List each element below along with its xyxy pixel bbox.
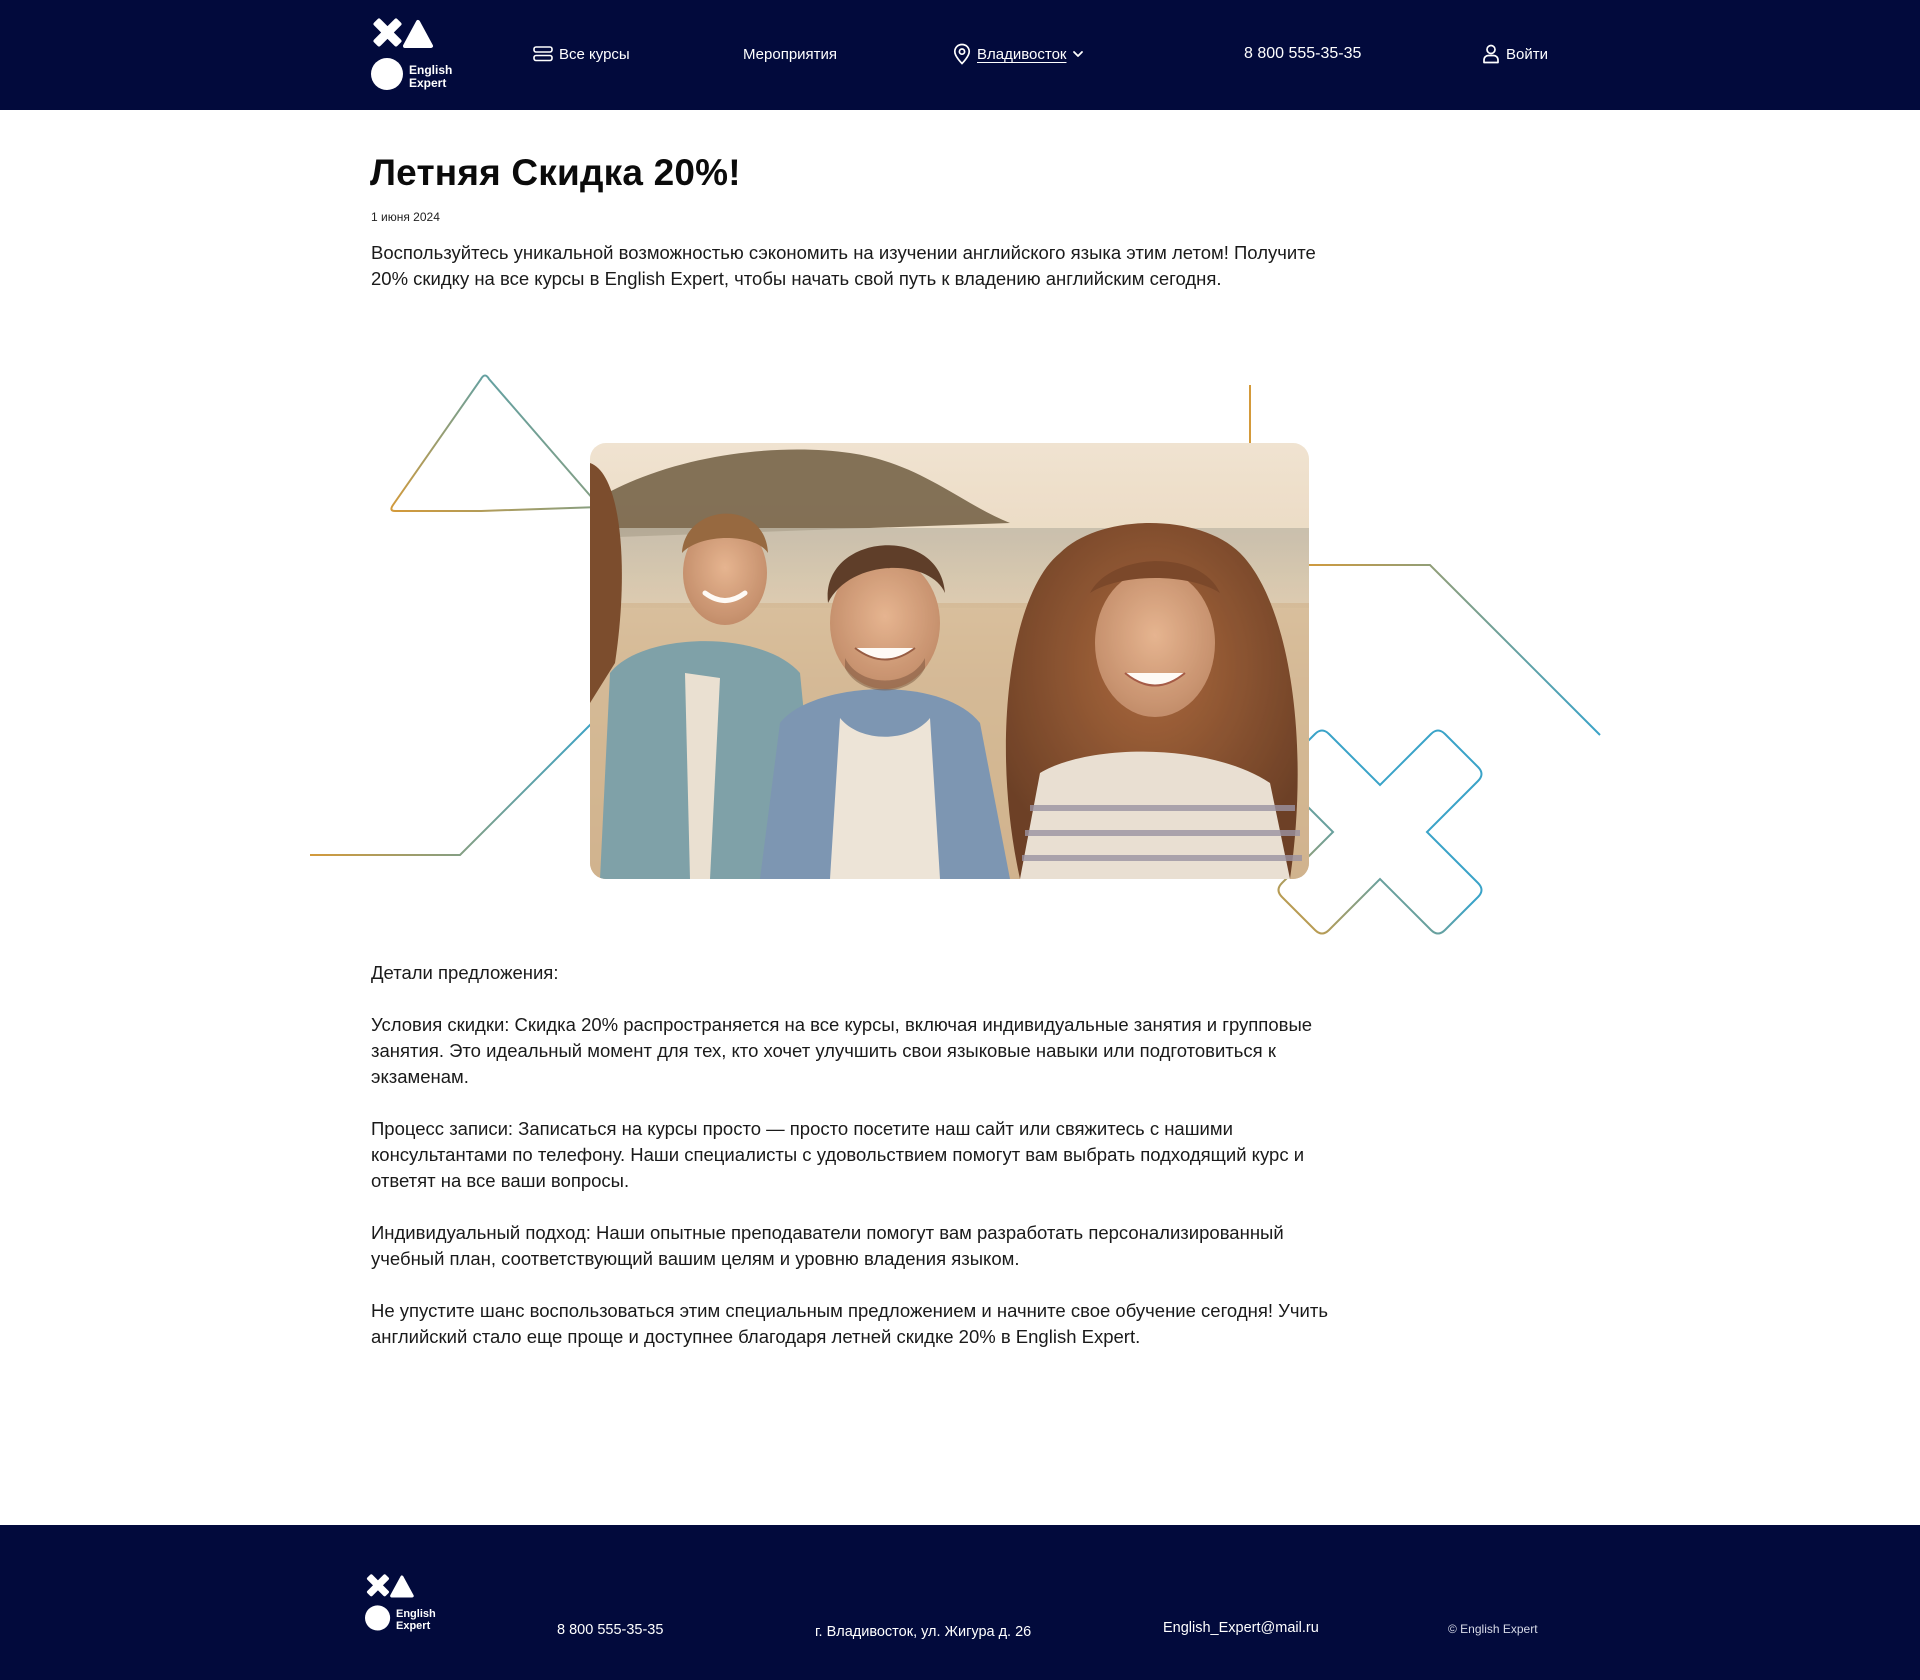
offer-individual-approach: Индивидуальный подход: Наши опытные преп…	[371, 1222, 1284, 1269]
nav-events-label: Мероприятия	[743, 45, 838, 63]
nav-all-courses-label: Все курсы	[559, 45, 630, 63]
nav-events[interactable]: Мероприятия	[743, 42, 837, 66]
footer-address: г. Владивосток, ул. Жигура д. 26	[815, 1624, 1032, 1640]
page-title: Летняя Скидка 20%!	[370, 152, 741, 193]
footer-logo-wordmark-line2: Expert	[396, 1619, 431, 1632]
article-date: 1 июня 2024	[371, 210, 440, 224]
logo-wordmark-line2: Expert	[409, 75, 447, 90]
footer-logo-wordmark-line1: English	[396, 1608, 436, 1620]
logo-wordmark: English Expert	[409, 64, 452, 89]
site-header: English Expert Все курсы Мероприятия Вла…	[0, 0, 1920, 110]
header-phone-link[interactable]: 8 800 555-35-35	[1244, 42, 1361, 66]
user-icon	[1483, 44, 1499, 64]
login-button[interactable]: Войти	[1482, 42, 1548, 66]
location-pin-icon	[953, 43, 971, 65]
footer-phone-link[interactable]: 8 800 555-35-35	[557, 1622, 663, 1638]
right-diagonal-line	[1300, 564, 1601, 736]
login-button-label: Войти	[1506, 45, 1548, 63]
offer-conditions: Условия скидки: Скидка 20% распространяе…	[371, 1014, 1313, 1087]
menu-list-icon	[533, 46, 553, 62]
left-diagonal-line	[310, 714, 601, 856]
city-selector-label: Владивосток	[977, 45, 1067, 63]
chevron-down-icon	[1073, 51, 1084, 57]
header-phone-text: 8 800 555-35-35	[1244, 45, 1362, 62]
nav-all-courses[interactable]: Все курсы	[533, 42, 630, 66]
hero-image	[590, 443, 1309, 879]
footer-email-link[interactable]: English_Expert@mail.ru	[1163, 1620, 1319, 1636]
footer-logo-wordmark: English Expert	[396, 1608, 436, 1632]
city-selector[interactable]: Владивосток	[953, 42, 1084, 66]
offer-enrollment-process: Процесс записи: Записаться на курсы прос…	[371, 1118, 1305, 1191]
offer-details-heading: Детали предложения:	[371, 962, 559, 983]
site-footer: English Expert 8 800 555-35-35 г. Владив…	[0, 1525, 1920, 1680]
article-intro: Воспользуйтесь уникальной возможностью с…	[371, 242, 1316, 289]
logo-wordmark-line1: English	[409, 63, 453, 77]
triangle-outline-shape	[390, 374, 601, 512]
footer-copyright: © English Expert	[1448, 1622, 1538, 1636]
offer-outro: Не упустите шанс воспользоваться этим сп…	[371, 1300, 1328, 1347]
